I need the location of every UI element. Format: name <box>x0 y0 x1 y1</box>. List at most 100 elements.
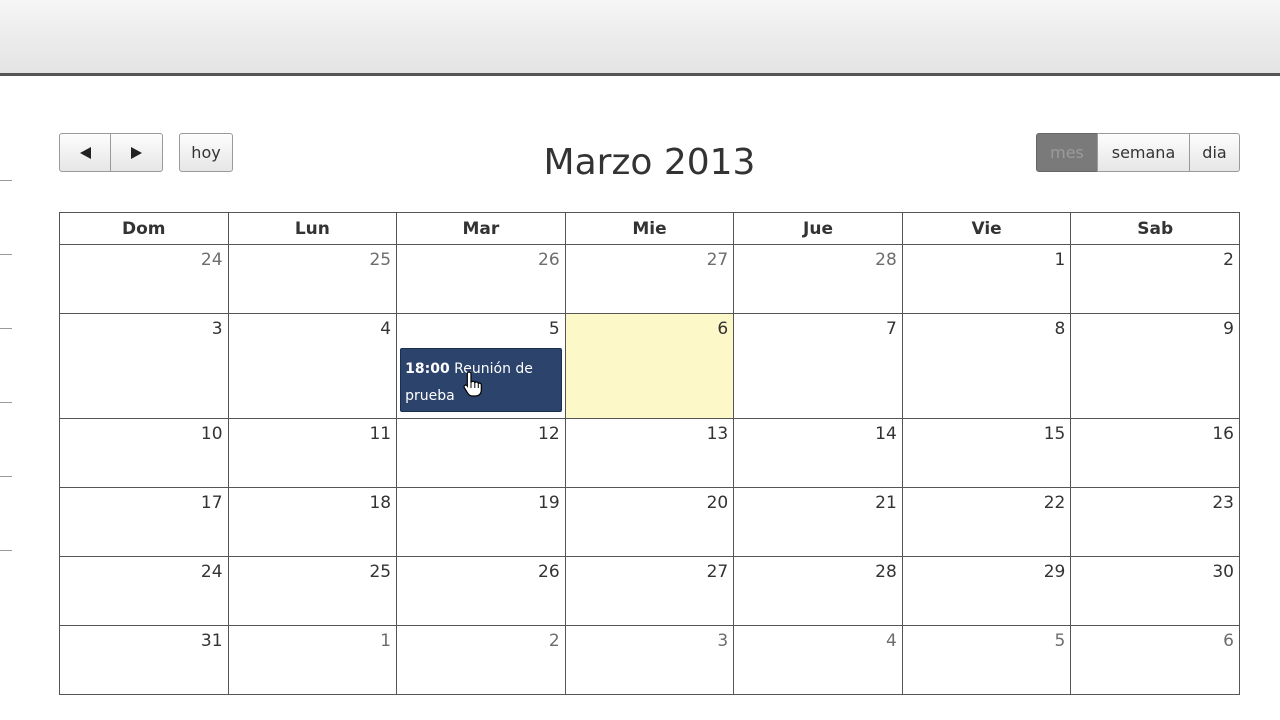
week-row: 17 18 19 20 21 22 23 <box>59 487 1240 557</box>
day-number: 11 <box>369 424 392 444</box>
day-number: 29 <box>1043 562 1066 582</box>
day-cell[interactable]: 27 <box>564 556 735 626</box>
day-cell[interactable]: 31 <box>59 625 229 695</box>
day-number: 7 <box>885 319 897 339</box>
week-row: 24 25 26 27 28 29 30 <box>59 556 1240 626</box>
day-cell[interactable]: 24 <box>59 244 229 314</box>
day-cell[interactable]: 4 <box>733 625 903 695</box>
day-number: 24 <box>200 250 223 270</box>
day-cell[interactable]: 1 <box>227 625 398 695</box>
view-week-button[interactable]: semana <box>1097 133 1190 172</box>
week-row: 10 11 12 13 14 15 16 <box>59 418 1240 488</box>
day-number: 12 <box>538 424 560 444</box>
weekday-mie: Mie <box>564 212 735 245</box>
day-number: 4 <box>380 319 392 339</box>
day-cell[interactable]: 2 <box>396 625 566 695</box>
day-cell[interactable]: 19 <box>396 487 566 557</box>
weekday-dom: Dom <box>59 212 229 245</box>
day-number: 16 <box>1212 424 1234 444</box>
day-number: 19 <box>538 493 560 513</box>
day-cell[interactable]: 3 <box>564 625 735 695</box>
month-grid: Dom Lun Mar Mie Jue Vie Sab 24 25 26 27 … <box>59 212 1240 695</box>
day-number: 6 <box>717 319 729 339</box>
view-month-button[interactable]: mes <box>1036 133 1098 172</box>
day-number: 5 <box>1054 631 1066 651</box>
day-cell[interactable]: 16 <box>1070 418 1240 488</box>
day-cell[interactable]: 26 <box>396 556 566 626</box>
week-row: 31 1 2 3 4 5 6 <box>59 625 1240 695</box>
day-cell[interactable]: 8 <box>901 313 1072 419</box>
day-cell[interactable]: 9 <box>1070 313 1240 419</box>
day-cell[interactable]: 12 <box>396 418 566 488</box>
browser-top-bar <box>0 0 1280 76</box>
day-cell[interactable]: 15 <box>901 418 1072 488</box>
day-cell[interactable]: 7 <box>733 313 903 419</box>
day-number: 23 <box>1212 493 1234 513</box>
day-cell[interactable]: 13 <box>564 418 735 488</box>
day-number: 18 <box>369 493 392 513</box>
day-cell[interactable]: 23 <box>1070 487 1240 557</box>
day-cell[interactable]: 27 <box>564 244 735 314</box>
calendar-toolbar: hoy Marzo 2013 mes semana dia <box>59 133 1240 212</box>
day-cell[interactable]: 2 <box>1070 244 1240 314</box>
day-number: 28 <box>875 250 897 270</box>
day-number: 25 <box>369 250 392 270</box>
day-cell[interactable]: 22 <box>901 487 1072 557</box>
day-number: 1 <box>380 631 392 651</box>
day-number: 9 <box>1223 319 1234 339</box>
day-cell[interactable]: 10 <box>59 418 229 488</box>
day-number: 3 <box>211 319 223 339</box>
day-number: 2 <box>1223 250 1234 270</box>
day-cell[interactable]: 11 <box>227 418 398 488</box>
day-cell[interactable]: 29 <box>901 556 1072 626</box>
day-cell[interactable]: 5 <box>901 625 1072 695</box>
day-cell[interactable]: 25 <box>227 556 398 626</box>
day-number: 10 <box>200 424 223 444</box>
prev-month-button[interactable] <box>59 133 111 172</box>
day-number: 5 <box>548 319 560 339</box>
day-number: 22 <box>1043 493 1066 513</box>
day-number: 30 <box>1212 562 1234 582</box>
day-cell[interactable]: 3 <box>59 313 229 419</box>
day-number: 28 <box>875 562 897 582</box>
weekday-jue: Jue <box>733 212 903 245</box>
hand-pointer-icon <box>463 371 483 397</box>
triangle-left-icon <box>79 146 91 159</box>
day-cell[interactable]: 25 <box>227 244 398 314</box>
day-number: 25 <box>369 562 392 582</box>
day-number: 26 <box>538 250 560 270</box>
view-day-button[interactable]: dia <box>1189 133 1240 172</box>
today-button[interactable]: hoy <box>179 133 233 172</box>
day-cell[interactable]: 28 <box>733 244 903 314</box>
day-number: 21 <box>875 493 897 513</box>
week-row: 3 4 5 18:00 Reunión de prueba 6 7 8 9 <box>59 313 1240 419</box>
day-cell[interactable]: 6 <box>1070 625 1240 695</box>
day-cell-today[interactable]: 6 <box>564 313 735 419</box>
day-cell[interactable]: 18 <box>227 487 398 557</box>
day-number: 3 <box>717 631 729 651</box>
day-cell[interactable]: 1 <box>901 244 1072 314</box>
event-item[interactable]: 18:00 Reunión de prueba <box>400 348 562 412</box>
day-cell[interactable]: 4 <box>227 313 398 419</box>
day-cell[interactable]: 24 <box>59 556 229 626</box>
next-month-button[interactable] <box>110 133 163 172</box>
day-cell[interactable]: 26 <box>396 244 566 314</box>
day-number: 13 <box>706 424 729 444</box>
day-cell[interactable]: 14 <box>733 418 903 488</box>
day-number: 6 <box>1223 631 1234 651</box>
day-cell[interactable]: 20 <box>564 487 735 557</box>
day-number: 24 <box>200 562 223 582</box>
event-time: 18:00 <box>405 361 450 377</box>
day-cell[interactable]: 28 <box>733 556 903 626</box>
day-cell[interactable]: 17 <box>59 487 229 557</box>
day-cell[interactable]: 5 18:00 Reunión de prueba <box>396 313 566 419</box>
day-cell[interactable]: 30 <box>1070 556 1240 626</box>
weekday-header: Dom Lun Mar Mie Jue Vie Sab <box>59 212 1240 245</box>
day-number: 31 <box>200 631 223 651</box>
weekday-vie: Vie <box>901 212 1072 245</box>
day-cell[interactable]: 21 <box>733 487 903 557</box>
weekday-lun: Lun <box>227 212 398 245</box>
left-margin-ticks <box>0 160 12 580</box>
weekday-mar: Mar <box>396 212 566 245</box>
day-number: 8 <box>1054 319 1066 339</box>
